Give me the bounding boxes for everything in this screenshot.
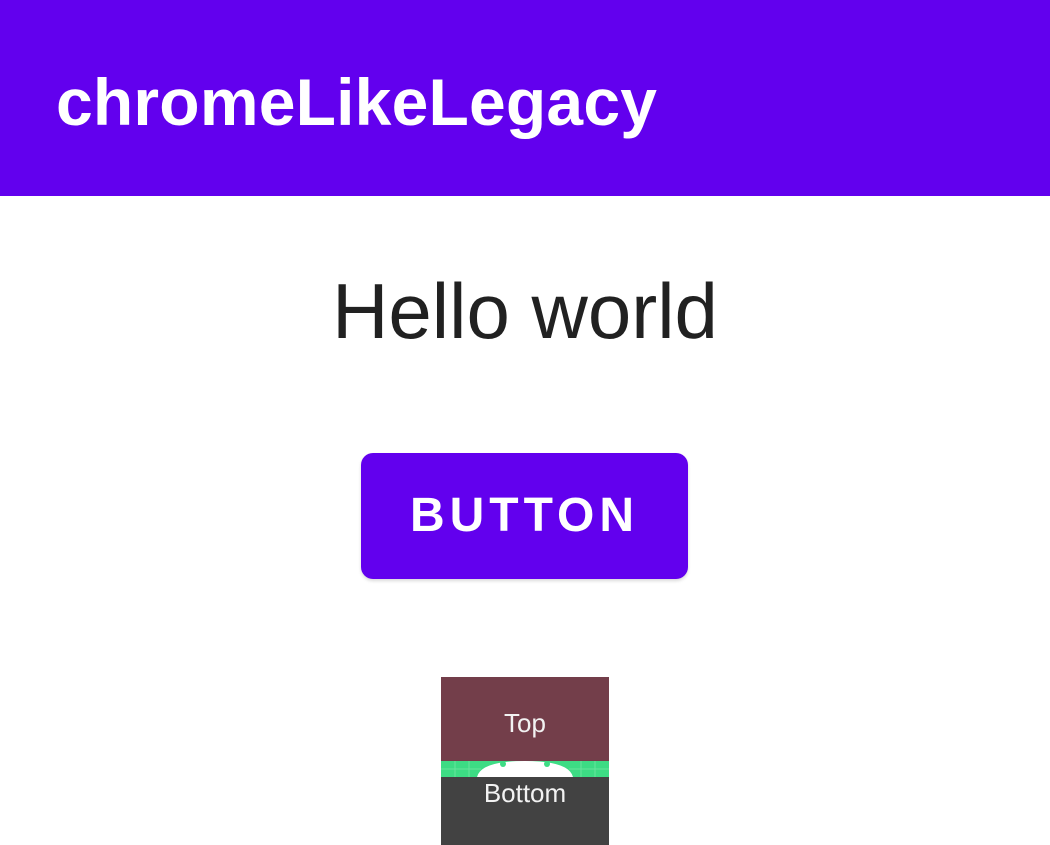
android-icon xyxy=(441,761,609,777)
primary-button[interactable]: BUTTON xyxy=(361,453,688,579)
top-bottom-widget[interactable]: Top Bottom xyxy=(441,677,609,845)
greeting-text: Hello world xyxy=(332,267,718,355)
main-content: Hello world BUTTON Top Bottom xyxy=(0,196,1050,845)
app-title: chromeLikeLegacy xyxy=(56,65,658,139)
widget-bottom-label: Bottom xyxy=(483,778,567,808)
widget-top-label: Top xyxy=(504,708,546,738)
app-bar: chromeLikeLegacy xyxy=(0,0,1050,196)
